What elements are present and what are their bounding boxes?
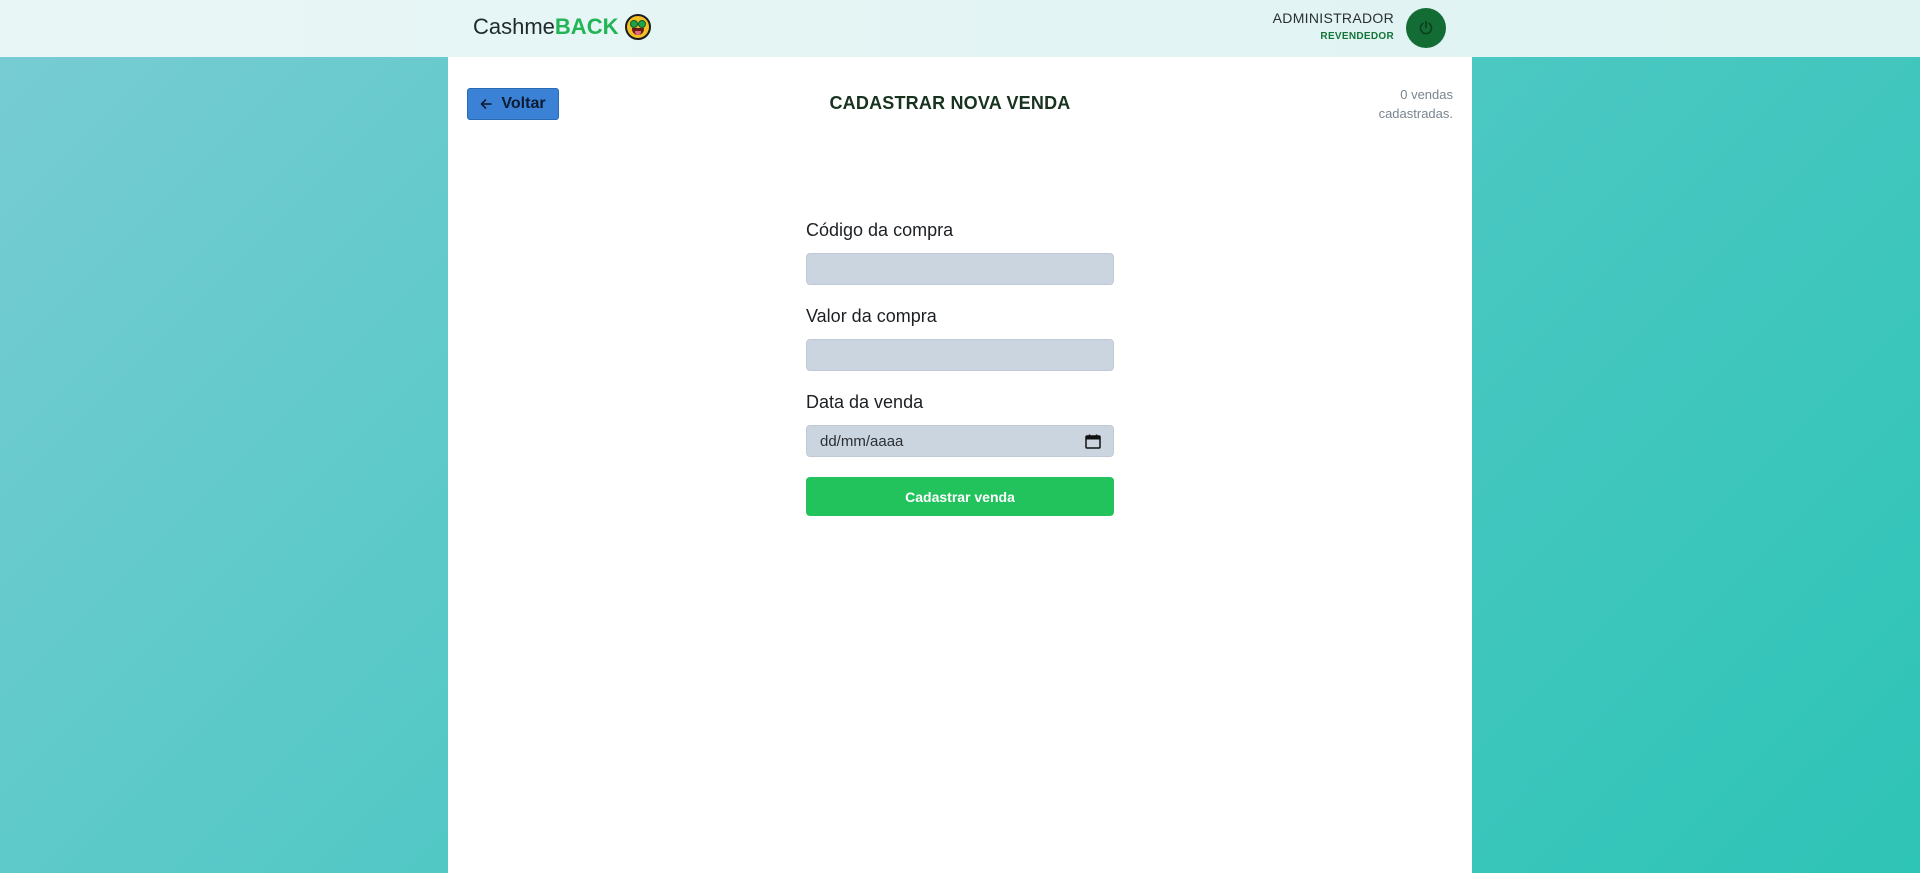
- purchase-code-input[interactable]: [806, 253, 1114, 285]
- brand-text: CashmeBACK: [473, 14, 619, 39]
- user-info: ADMINISTRADOR REVENDEDOR: [1273, 10, 1394, 42]
- sale-date-label: Data da venda: [806, 392, 924, 412]
- logout-button[interactable]: [1406, 8, 1446, 48]
- top-bar: CashmeBACK ADMINISTRADOR REVENDEDOR: [0, 0, 1920, 57]
- purchase-value-input[interactable]: [806, 339, 1114, 371]
- calendar-icon[interactable]: [1085, 434, 1101, 449]
- user-role: REVENDEDOR: [1320, 31, 1394, 42]
- sales-count: 0 vendas cadastradas.: [1378, 87, 1453, 121]
- sale-date-placeholder: dd/mm/aaaa: [820, 432, 904, 450]
- user-name: ADMINISTRADOR: [1272, 10, 1394, 26]
- power-icon: [1419, 20, 1433, 35]
- sale-form: Código da compra Valor da compra Data da…: [806, 220, 1114, 516]
- page-title: CADASTRAR NOVA VENDA: [829, 93, 1071, 113]
- purchase-code-label: Código da compra: [806, 220, 954, 240]
- purchase-value-label: Valor da compra: [806, 306, 937, 326]
- sale-date-input[interactable]: dd/mm/aaaa: [806, 425, 1114, 457]
- main-panel: Voltar CADASTRAR NOVA VENDA 0 vendas cad…: [448, 57, 1472, 873]
- submit-sale-button[interactable]: Cadastrar venda: [806, 477, 1114, 516]
- money-face-icon: [625, 14, 652, 40]
- brand-logo[interactable]: CashmeBACK: [473, 13, 652, 41]
